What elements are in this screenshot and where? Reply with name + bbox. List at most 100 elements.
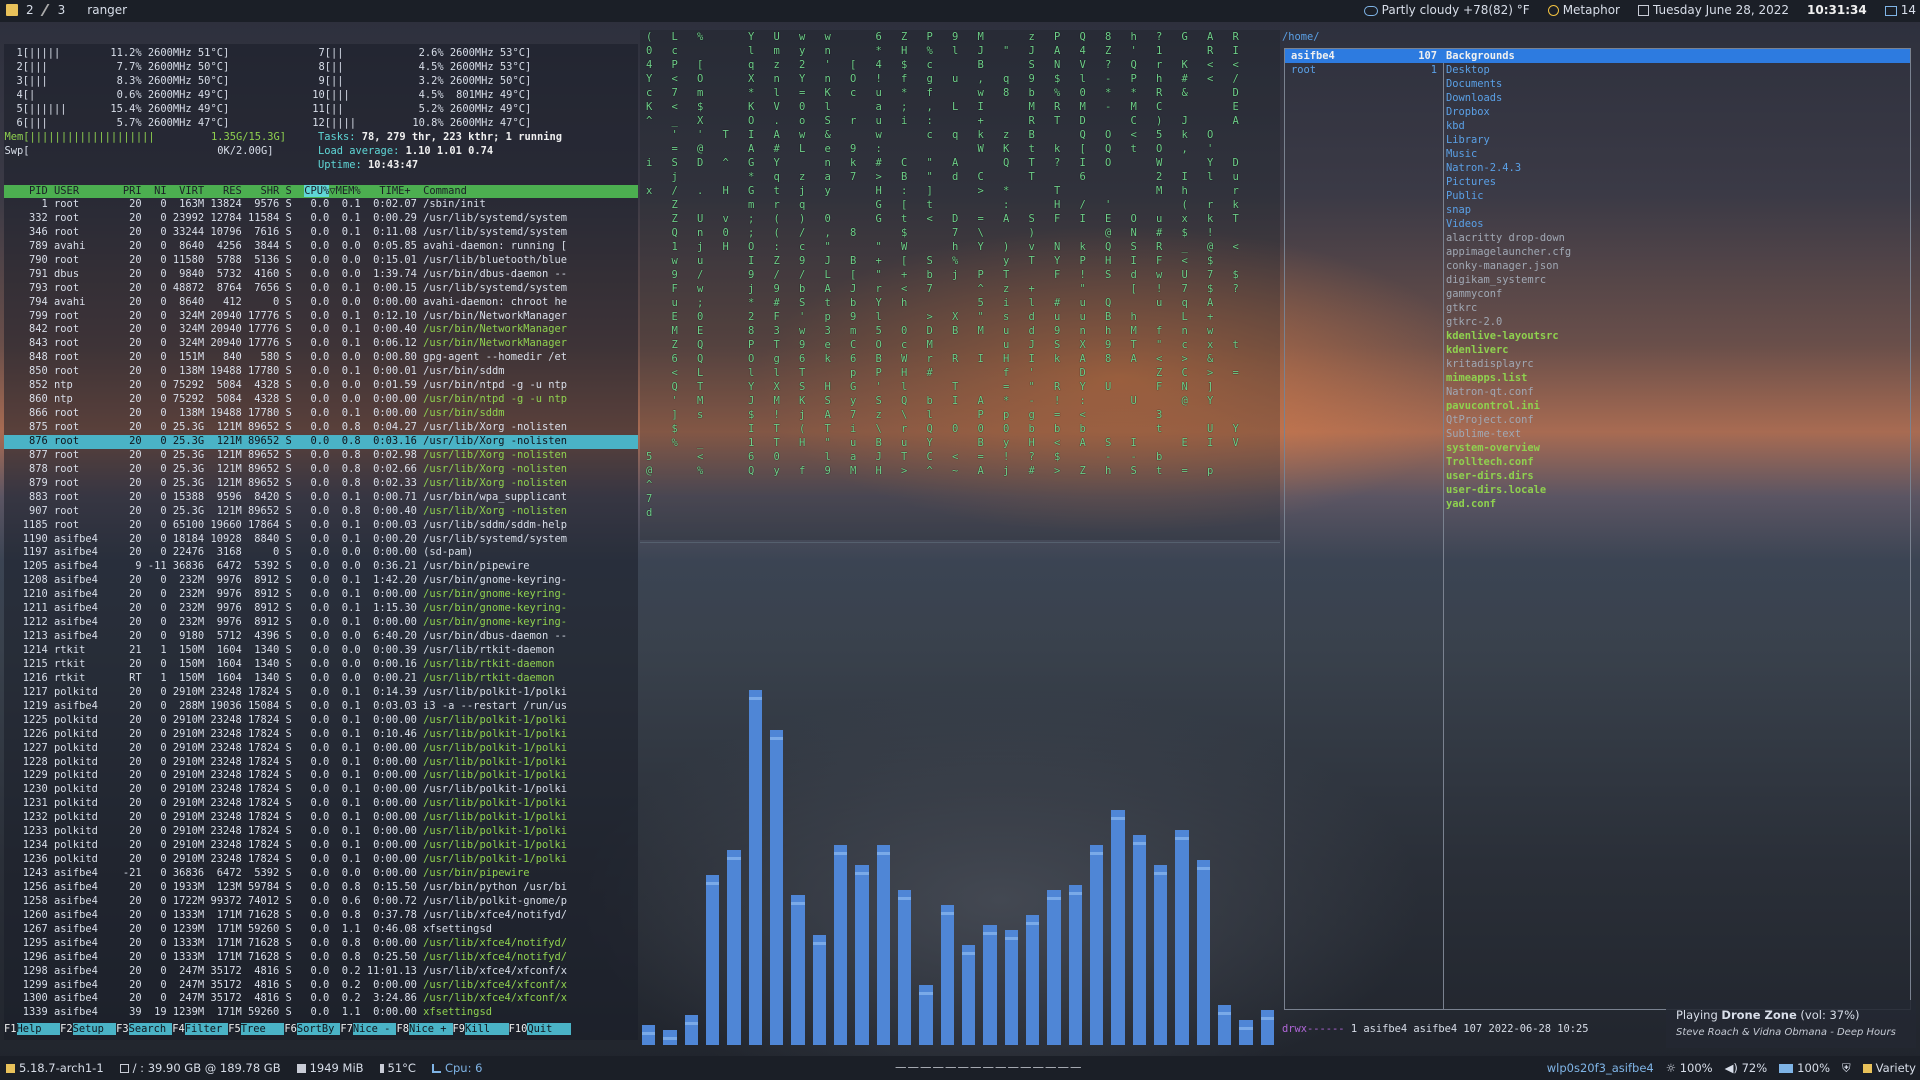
process-row[interactable]: 1185 root 20 0 65100 19660 17864 S 0.0 0… — [4, 519, 638, 533]
process-row[interactable]: 1295 asifbe4 20 0 1333M 171M 71628 S 0.0… — [4, 937, 638, 951]
fkey-f4[interactable]: F4Filter — [172, 1022, 229, 1036]
ranger-pane[interactable]: /home/ asifbe4 107 root 1 Backgrounds Deskto… — [1282, 30, 1916, 1044]
fkey-f9[interactable]: F9Kill — [453, 1022, 509, 1036]
directory-item[interactable]: Backgrounds — [1440, 49, 1910, 63]
process-row[interactable]: 789 avahi 20 0 8640 4256 3844 S 0.0 0.0 … — [4, 240, 638, 254]
process-row[interactable]: 848 root 20 0 151M 840 580 S 0.0 0.0 0:0… — [4, 351, 638, 365]
htop-pane[interactable]: 1[||||| 11.2% 2600MHz 51°C] 2[||| 7.7% 2… — [4, 44, 638, 1040]
brightness-widget[interactable]: ☼ 100% — [1666, 1061, 1713, 1076]
process-row[interactable]: 1208 asifbe4 20 0 232M 9976 8912 S 0.0 0… — [4, 574, 638, 588]
fkey-f8[interactable]: F8Nice + — [396, 1022, 453, 1036]
process-row[interactable]: 1214 rtkit 21 1 150M 1604 1340 S 0.0 0.0… — [4, 644, 638, 658]
fkey-f10[interactable]: F10Quit — [509, 1022, 571, 1036]
directory-item[interactable]: Natron-2.4.3 — [1440, 161, 1910, 175]
file-item[interactable]: appimagelauncher.cfg — [1440, 245, 1910, 259]
process-row[interactable]: 1228 polkitd 20 0 2910M 23248 17824 S 0.… — [4, 756, 638, 770]
volume-widget[interactable]: ◀) 72% — [1725, 1061, 1768, 1076]
process-row[interactable]: 1205 asifbe4 9 -11 36836 6472 5392 S 0.0… — [4, 560, 638, 574]
fkey-f7[interactable]: F7Nice - — [340, 1022, 397, 1036]
directory-item[interactable]: snap — [1440, 203, 1910, 217]
process-row[interactable]: 842 root 20 0 324M 20940 17776 S 0.0 0.1… — [4, 323, 638, 337]
process-row[interactable]: 1225 polkitd 20 0 2910M 23248 17824 S 0.… — [4, 714, 638, 728]
directory-item[interactable]: kbd — [1440, 119, 1910, 133]
file-item[interactable]: gtkrc-2.0 — [1440, 315, 1910, 329]
parent-dir-item[interactable]: asifbe4 107 — [1285, 49, 1443, 63]
file-item[interactable]: pavucontrol.ini — [1440, 399, 1910, 413]
file-item[interactable]: mimeapps.list — [1440, 371, 1910, 385]
process-row[interactable]: 843 root 20 0 324M 20940 17776 S 0.0 0.1… — [4, 337, 638, 351]
process-row[interactable]: 850 root 20 0 138M 19488 17780 S 0.0 0.1… — [4, 365, 638, 379]
file-item[interactable]: user-dirs.dirs — [1440, 469, 1910, 483]
process-row[interactable]: 907 root 20 0 25.3G 121M 89652 S 0.0 0.8… — [4, 505, 638, 519]
fkey-f2[interactable]: F2Setup — [60, 1022, 117, 1036]
process-row[interactable]: 1229 polkitd 20 0 2910M 23248 17824 S 0.… — [4, 769, 638, 783]
file-item[interactable]: kritadisplayrc — [1440, 357, 1910, 371]
file-item[interactable]: kdenliverc — [1440, 343, 1910, 357]
workspace-1[interactable]: 2 — [6, 3, 34, 17]
wallpaper-widget[interactable]: Variety — [1862, 1061, 1916, 1076]
process-row[interactable]: 1231 polkitd 20 0 2910M 23248 17824 S 0.… — [4, 797, 638, 811]
process-row[interactable]: 877 root 20 0 25.3G 121M 89652 S 0.0 0.8… — [4, 449, 638, 463]
process-row[interactable]: 878 root 20 0 25.3G 121M 89652 S 0.0 0.8… — [4, 463, 638, 477]
process-row[interactable]: 1296 asifbe4 20 0 1333M 171M 71628 S 0.0… — [4, 951, 638, 965]
process-row[interactable]: 1298 asifbe4 20 0 247M 35172 4816 S 0.0 … — [4, 965, 638, 979]
process-row[interactable]: 1256 asifbe4 20 0 1933M 123M 59784 S 0.0… — [4, 881, 638, 895]
process-row[interactable]: 1216 rtkit RT 1 150M 1604 1340 S 0.0 0.0… — [4, 672, 638, 686]
date-widget[interactable]: Tuesday June 28, 2022 — [1637, 3, 1789, 17]
sort-column-cpu[interactable]: CPU% — [304, 185, 330, 197]
file-item[interactable]: system-overview — [1440, 441, 1910, 455]
process-row[interactable]: 1260 asifbe4 20 0 1333M 171M 71628 S 0.0… — [4, 909, 638, 923]
file-item[interactable]: yad.conf — [1440, 497, 1910, 511]
process-table-header[interactable]: PID USER PRI NI VIRT RES SHR S CPU%▽MEM%… — [4, 185, 638, 198]
directory-item[interactable]: Music — [1440, 147, 1910, 161]
process-row[interactable]: 1211 asifbe4 20 0 232M 9976 8912 S 0.0 0… — [4, 602, 638, 616]
file-item[interactable]: QtProject.conf — [1440, 413, 1910, 427]
directory-item[interactable]: Documents — [1440, 77, 1910, 91]
parent-dir-item[interactable]: root 1 — [1285, 63, 1443, 77]
process-row[interactable]: 1258 asifbe4 20 0 1722M 99372 74012 S 0.… — [4, 895, 638, 909]
directory-item[interactable]: Dropbox — [1440, 105, 1910, 119]
directory-item[interactable]: Desktop — [1440, 63, 1910, 77]
process-row[interactable]: 883 root 20 0 15388 9596 8420 S 0.0 0.1 … — [4, 491, 638, 505]
process-row[interactable]: 875 root 20 0 25.3G 121M 89652 S 0.0 0.8… — [4, 421, 638, 435]
network-widget[interactable]: wlp0s20f3_asifbe4 — [1547, 1061, 1654, 1076]
process-row[interactable]: 1190 asifbe4 20 0 18184 10928 8840 S 0.0… — [4, 533, 638, 547]
file-item[interactable]: Sublime-text — [1440, 427, 1910, 441]
process-row[interactable]: 1212 asifbe4 20 0 232M 9976 8912 S 0.0 0… — [4, 616, 638, 630]
process-list[interactable]: 1 root 20 0 163M 13824 9576 S 0.0 0.1 0:… — [4, 198, 638, 1020]
process-row[interactable]: 1215 rtkit 20 0 150M 1604 1340 S 0.0 0.0… — [4, 658, 638, 672]
process-row[interactable]: 1339 asifbe4 39 19 1239M 171M 59260 S 0.… — [4, 1006, 638, 1020]
directory-item[interactable]: Public — [1440, 189, 1910, 203]
file-item[interactable]: kdenlive-layoutsrc — [1440, 329, 1910, 343]
process-row[interactable]: 794 avahi 20 0 8640 412 0 S 0.0 0.0 0:00… — [4, 296, 638, 310]
now-playing-notification[interactable]: Playing Drone Zone (vol: 37%) Steve Roac… — [1666, 1000, 1916, 1048]
parent-column[interactable]: asifbe4 107 root 1 — [1284, 48, 1444, 1010]
process-row[interactable]: 790 root 20 0 11580 5788 5136 S 0.0 0.0 … — [4, 254, 638, 268]
process-row[interactable]: 1230 polkitd 20 0 2910M 23248 17824 S 0.… — [4, 783, 638, 797]
file-item[interactable]: Natron-qt.conf — [1440, 385, 1910, 399]
process-row[interactable]: 1236 polkitd 20 0 2910M 23248 17824 S 0.… — [4, 853, 638, 867]
process-row[interactable]: 1232 polkitd 20 0 2910M 23248 17824 S 0.… — [4, 811, 638, 825]
notification-count[interactable]: 14 — [1884, 3, 1916, 17]
fkey-f3[interactable]: F3Search — [116, 1022, 173, 1036]
weather-widget[interactable]: Partly cloudy +78(82) °F — [1363, 3, 1530, 17]
process-row[interactable]: 1226 polkitd 20 0 2910M 23248 17824 S 0.… — [4, 728, 638, 742]
process-row[interactable]: 852 ntp 20 0 75292 5084 4328 S 0.0 0.0 0… — [4, 379, 638, 393]
shield-icon[interactable]: ⛨ — [1842, 1061, 1851, 1076]
process-row[interactable]: 1234 polkitd 20 0 2910M 23248 17824 S 0.… — [4, 839, 638, 853]
process-row[interactable]: 1233 polkitd 20 0 2910M 23248 17824 S 0.… — [4, 825, 638, 839]
process-row[interactable]: 1219 asifbe4 20 0 288M 19036 15084 S 0.0… — [4, 700, 638, 714]
process-row[interactable]: 1213 asifbe4 20 0 9180 5712 4396 S 0.0 0… — [4, 630, 638, 644]
fkey-f6[interactable]: F6SortBy — [284, 1022, 341, 1036]
directory-item[interactable]: Library — [1440, 133, 1910, 147]
file-item[interactable]: Trolltech.conf — [1440, 455, 1910, 469]
process-row[interactable]: 799 root 20 0 324M 20940 17776 S 0.0 0.1… — [4, 310, 638, 324]
file-item[interactable]: digikam_systemrc — [1440, 273, 1910, 287]
music-widget[interactable]: Metaphor — [1547, 3, 1620, 17]
process-row[interactable]: 1299 asifbe4 20 0 247M 35172 4816 S 0.0 … — [4, 979, 638, 993]
process-row[interactable]: 860 ntp 20 0 75292 5084 4328 S 0.0 0.0 0… — [4, 393, 638, 407]
process-row[interactable]: 879 root 20 0 25.3G 121M 89652 S 0.0 0.8… — [4, 477, 638, 491]
process-row[interactable]: 346 root 20 0 33244 10796 7616 S 0.0 0.1… — [4, 226, 638, 240]
current-column[interactable]: Backgrounds Desktop Documents Downloads Drop… — [1440, 48, 1911, 1010]
fkey-f5[interactable]: F5Tree — [228, 1022, 285, 1036]
